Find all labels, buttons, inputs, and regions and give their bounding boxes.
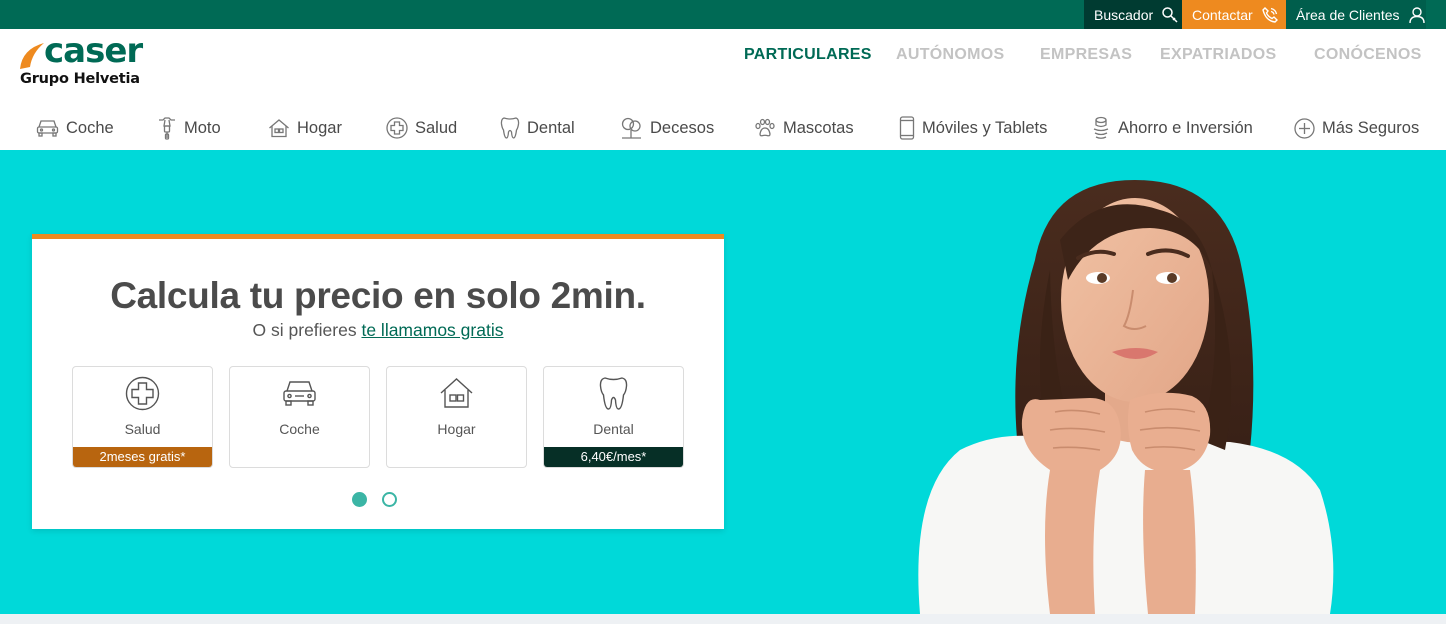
product-dental-badge: 6,40€/mes* <box>544 447 683 467</box>
nav-empresas[interactable]: EMPRESAS <box>1040 46 1132 68</box>
health-cross-icon <box>125 376 160 411</box>
subnav-moviles[interactable]: Móviles y Tablets <box>899 112 1047 144</box>
product-card-salud[interactable]: Salud 2meses gratis* <box>72 366 213 468</box>
subnav-mascotas[interactable]: Mascotas <box>754 112 854 144</box>
nav-conocenos[interactable]: CONÓCENOS <box>1314 46 1422 68</box>
car-icon <box>36 120 59 137</box>
motorbike-icon <box>159 117 175 140</box>
subnav-coche[interactable]: Coche <box>36 112 114 144</box>
subnav-hogar[interactable]: Hogar <box>268 112 342 144</box>
price-calculator-card: Calcula tu precio en solo 2min. O si pre… <box>32 234 724 529</box>
product-hogar-label: Hogar <box>437 421 476 437</box>
savings-coins-icon <box>1093 116 1109 139</box>
subnav-moviles-label: Móviles y Tablets <box>922 118 1048 137</box>
subnav-dental-label: Dental <box>527 118 575 137</box>
subnav-mascotas-label: Mascotas <box>783 118 854 137</box>
client-area-label: Área de Clientes <box>1296 6 1400 23</box>
product-salud-badge: 2meses gratis* <box>73 447 212 467</box>
user-icon <box>1408 6 1425 23</box>
subnav-hogar-label: Hogar <box>297 118 342 137</box>
top-utility-bar: Buscador Contactar Área de Clientes <box>0 0 1446 29</box>
subnav-coche-label: Coche <box>66 118 114 137</box>
subnav-salud-label: Salud <box>415 118 458 137</box>
nav-particulares[interactable]: PARTICULARES <box>744 46 872 68</box>
calculator-title: Calcula tu precio en solo 2min. <box>110 275 646 316</box>
product-dental-label: Dental <box>593 421 634 437</box>
subnav-decesos-label: Decesos <box>650 118 715 137</box>
subnav-decesos[interactable]: Decesos <box>620 112 714 144</box>
car-icon <box>283 381 316 406</box>
page-bottom-strip <box>0 614 1446 624</box>
calculator-subtitle: O si prefieres te llamamos gratis <box>32 320 724 341</box>
phone-icon <box>1261 6 1278 23</box>
product-card-hogar[interactable]: Hogar <box>386 366 527 468</box>
product-card-coche[interactable]: Coche <box>229 366 370 468</box>
mobile-phone-icon <box>899 116 915 140</box>
contact-button-label: Contactar <box>1192 6 1253 23</box>
subnav-ahorro[interactable]: Ahorro e Inversión <box>1091 112 1253 144</box>
carousel-dot-1[interactable] <box>352 492 367 507</box>
subnav-moto-label: Moto <box>184 118 221 137</box>
logo-wordmark: caser <box>44 31 143 71</box>
nav-expatriados[interactable]: EXPATRIADOS <box>1160 46 1277 68</box>
house-icon <box>269 119 289 138</box>
subnav-mas-label: Más Seguros <box>1322 118 1420 137</box>
contact-button[interactable]: Contactar <box>1182 0 1286 29</box>
product-coche-label: Coche <box>279 421 320 437</box>
subnav-mas-seguros[interactable]: Más Seguros <box>1294 112 1419 144</box>
tree-icon <box>621 117 641 139</box>
logo-subtitle: Grupo Helvetia <box>20 71 140 87</box>
health-cross-icon <box>386 117 408 139</box>
hero-banner: Calcula tu precio en solo 2min. O si pre… <box>0 150 1446 614</box>
callback-link[interactable]: te llamamos gratis <box>361 320 503 340</box>
tooth-icon <box>599 377 628 410</box>
search-icon <box>1162 6 1178 23</box>
subnav-ahorro-label: Ahorro e Inversión <box>1118 118 1253 137</box>
house-icon <box>440 378 473 408</box>
client-area-button[interactable]: Área de Clientes <box>1286 0 1426 29</box>
subnav-salud[interactable]: Salud <box>386 112 457 144</box>
paw-icon <box>755 118 775 137</box>
search-button-label: Buscador <box>1094 6 1154 23</box>
plus-circle-icon <box>1294 117 1315 139</box>
tooth-icon <box>500 117 520 139</box>
product-card-dental[interactable]: Dental 6,40€/mes* <box>543 366 684 468</box>
subnav-dental[interactable]: Dental <box>500 112 575 144</box>
hero-woman-image <box>918 180 1334 614</box>
calculator-subtitle-prefix: O si prefieres <box>252 320 362 340</box>
product-salud-label: Salud <box>124 421 161 437</box>
search-button[interactable]: Buscador <box>1084 0 1182 29</box>
nav-autonomos[interactable]: AUTÓNOMOS <box>896 46 1004 68</box>
caser-logo[interactable]: caser Grupo Helvetia <box>18 31 148 91</box>
subnav-moto[interactable]: Moto <box>157 112 221 144</box>
carousel-dot-2[interactable] <box>382 492 397 507</box>
